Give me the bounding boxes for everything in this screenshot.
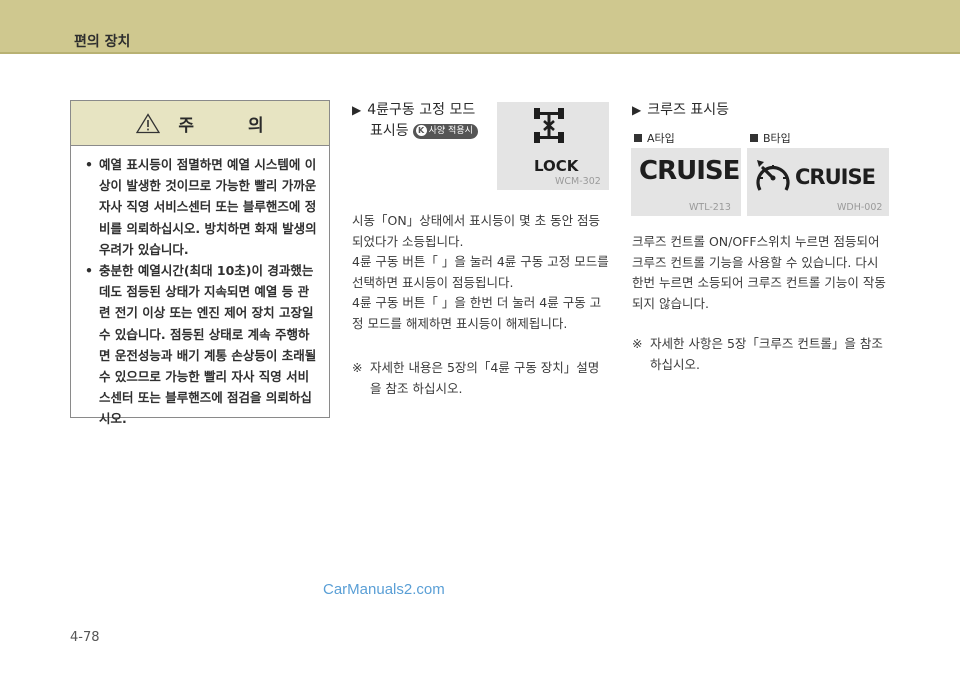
- cruise-note: ※ 자세한 사항은 5장「크루즈 컨트롤」을 참조하십시오.: [632, 336, 883, 372]
- note-mark: ※: [352, 360, 363, 375]
- type-b-label: B타입: [750, 130, 791, 146]
- lock-note: ※ 자세한 내용은 5장의「4륜 구동 장치」설명을 참조 하십시오.: [352, 360, 600, 396]
- page-number: 4-78: [70, 630, 100, 645]
- watermark: CarManuals2.com: [323, 581, 445, 598]
- caution-item: 예열 표시등이 점멸하면 예열 시스템에 이상이 발생한 것이므로 가능한 빨리…: [85, 154, 319, 260]
- image-code: WTL-213: [689, 202, 731, 213]
- square-bullet-icon: [750, 134, 758, 142]
- caution-title: 주 의: [178, 115, 288, 136]
- lock-section-title: ▶ 4륜구동 고정 모드: [352, 102, 476, 118]
- option-badge-icon: K: [415, 124, 427, 136]
- image-code: WCM-302: [555, 176, 601, 187]
- caution-item: 충분한 예열시간(최대 10초)이 경과했는데도 점등된 상태가 지속되면 예열…: [85, 260, 319, 430]
- cruise-indicator-b-image: CRUISE WDH-002: [747, 148, 889, 216]
- header-divider: [0, 52, 960, 54]
- cruise-indicator-a-image: CRUISE WTL-213: [631, 148, 741, 216]
- cruise-indicator-text: CRUISE: [639, 156, 740, 186]
- paragraph: 4륜 구동 버튼「 」을 눌러 4륜 구동 고정 모드를 선택하면 표시등이 점…: [352, 254, 609, 290]
- option-badge: K 사양 적용시: [412, 123, 478, 139]
- paragraph: 시동「ON」상태에서 표시등이 몇 초 동안 점등되었다가 소등됩니다.: [352, 213, 601, 249]
- lock-body-text: 시동「ON」상태에서 표시등이 몇 초 동안 점등되었다가 소등됩니다. 4륜 …: [352, 211, 610, 334]
- arrow-icon: ▶: [352, 103, 362, 117]
- 4wd-lock-indicator-image: LOCK WCM-302: [497, 102, 609, 190]
- lock-indicator-text: LOCK: [534, 157, 579, 175]
- caution-header: 주 의: [71, 101, 329, 146]
- cruise-indicator-text: CRUISE: [795, 165, 876, 189]
- cruise-section-title: ▶ 크루즈 표시등: [632, 102, 729, 118]
- caution-list: 예열 표시등이 점멸하면 예열 시스템에 이상이 발생한 것이므로 가능한 빨리…: [71, 146, 329, 430]
- header-bar: [0, 0, 960, 52]
- cruise-body-text: 크루즈 컨트롤 ON/OFF스위치 누르면 점등되어 크루즈 컨트롤 기능을 사…: [632, 234, 886, 311]
- caution-box: 주 의 예열 표시등이 점멸하면 예열 시스템에 이상이 발생한 것이므로 가능…: [70, 100, 330, 426]
- speedometer-icon: [756, 160, 790, 191]
- image-code: WDH-002: [837, 202, 883, 213]
- section-header-title: 편의 장치: [74, 34, 131, 50]
- note-mark: ※: [632, 336, 643, 351]
- square-bullet-icon: [634, 134, 642, 142]
- paragraph: 4륜 구동 버튼「 」을 한번 더 눌러 4륜 구동 고정 모드를 해제하면 표…: [352, 295, 602, 331]
- type-a-label: A타입: [634, 130, 675, 146]
- warning-triangle-icon: [136, 112, 161, 133]
- lock-section-subtitle: 표시등 K 사양 적용시: [370, 121, 478, 141]
- arrow-icon: ▶: [632, 103, 642, 117]
